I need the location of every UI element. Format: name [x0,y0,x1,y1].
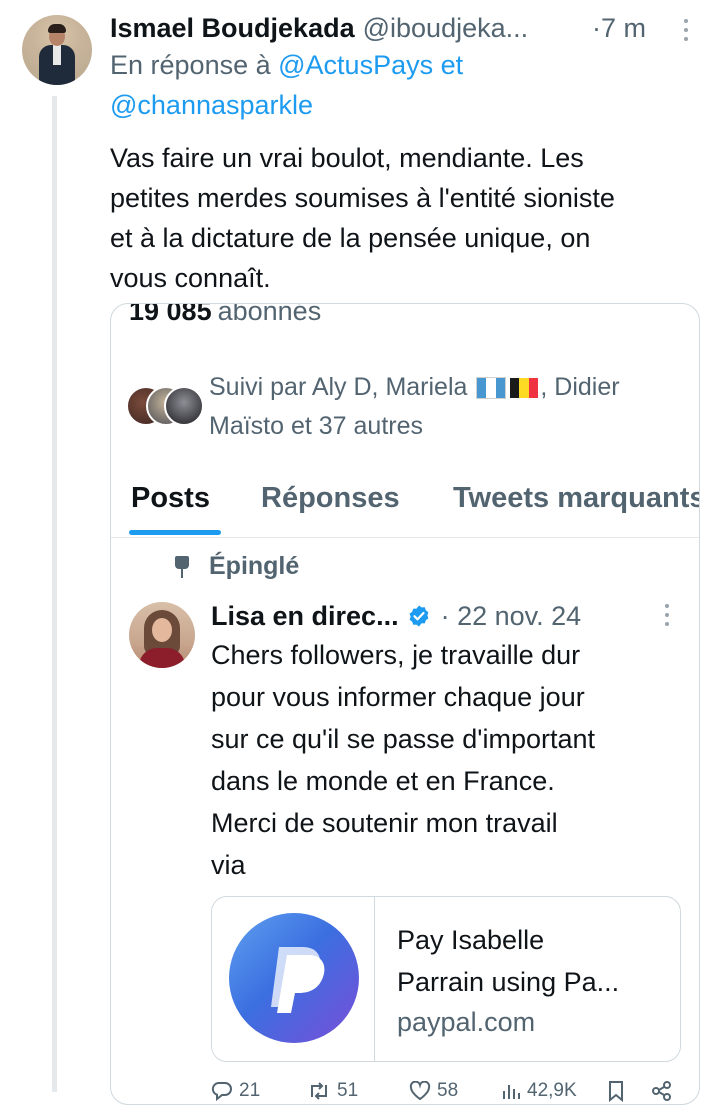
pinned-author-avatar[interactable] [129,602,195,668]
link-title-line: Parrain using Pa... [397,967,620,997]
pinned-text-line: Chers followers, je travaille dur [211,640,581,670]
pinned-text-line: sur ce qu'il se passe d'important [211,724,595,754]
reply-mention-1[interactable]: @ActusPays [278,50,433,80]
followed-by-text: Suivi par Aly D, Mariela , Didier Maïsto… [209,368,689,446]
bookmark-action[interactable] [607,1080,631,1102]
tab-replies[interactable]: Réponses [261,482,400,515]
followed-by-suffix: , Didier [540,373,620,401]
bookmark-icon [609,1081,623,1102]
followed-by-others: Maïsto et 37 autres [209,412,424,440]
like-action[interactable]: 58 [409,1080,458,1102]
active-tab-indicator [129,530,221,535]
retweet-action[interactable]: 51 [307,1080,358,1102]
views-action[interactable]: 42,9K [501,1080,577,1102]
link-domain: paypal.com [397,1007,536,1037]
belgium-flag-icon [510,378,539,399]
like-count: 58 [437,1080,459,1101]
tweet-text-line: petites merdes soumises à l'entité sioni… [110,183,615,213]
author-avatar[interactable] [22,15,92,85]
reply-count: 21 [239,1080,261,1101]
tweet-text-line: vous connaît. [110,263,271,293]
reply-prefix: En réponse à [110,50,271,80]
followers-label: abonnés [217,303,322,326]
reply-mention-2[interactable]: @channasparkle [110,90,313,120]
follower-avatars [126,384,206,426]
like-icon [409,1081,431,1101]
followers-number: 19 085 [129,303,212,326]
verified-badge-icon [409,605,428,627]
reply-conjunction: et [440,50,464,80]
time-separator: · [592,12,601,43]
tweet-header: Ismael Boudjekada @iboudjeka... ·7 m [110,10,710,46]
paypal-logo-icon [229,913,359,1043]
reply-action[interactable]: 21 [211,1080,260,1102]
views-icon [503,1085,520,1099]
embedded-profile-screenshot[interactable]: 19 085 abonnés Suivi par Aly D, Mariela ,… [110,303,700,1105]
tab-highlights[interactable]: Tweets marquants [453,482,699,515]
time-value: 7 m [601,12,647,43]
reply-context-line2: @channasparkle [110,90,313,121]
views-count: 42,9K [527,1080,577,1101]
followed-by-names: Suivi par Aly D, Mariela [209,373,468,401]
author-name[interactable]: Ismael Boudjekada [110,13,355,44]
link-thumbnail [212,897,375,1061]
retweet-icon [311,1082,327,1100]
pinned-tweet-header: Lisa en direc... · 22 nov. 24 [211,596,681,636]
tweet-time[interactable]: ·7 m [592,13,646,44]
author-handle[interactable]: @iboudjeka... [363,13,529,44]
pin-icon [171,554,193,580]
guatemala-flag-icon [476,377,507,400]
pinned-tweet-date[interactable]: · 22 nov. 24 [441,601,582,632]
retweet-count: 51 [337,1080,359,1101]
pinned-indicator: Épinglé [171,552,299,581]
reply-context: En réponse à @ActusPays et [110,50,463,81]
tweet-actions: 21 51 58 42,9K [211,1080,681,1104]
pinned-tweet-text: Chers followers, je travaille dur pour v… [211,634,691,886]
link-title-line: Pay Isabelle [397,925,545,955]
reply-icon [211,1081,232,1101]
tweet-text: Vas faire un vrai boulot, mendiante. Les… [110,138,710,298]
share-icon [652,1081,671,1101]
share-action[interactable] [651,1080,679,1102]
pinned-text-line: dans le monde et en France. [211,766,555,796]
avatar [164,386,204,426]
link-title: Pay Isabelle Parrain using Pa... [397,919,667,1003]
pinned-label: Épinglé [209,552,300,580]
tweet-text-line: Vas faire un vrai boulot, mendiante. Les [110,143,584,173]
pinned-text-line: pour vous informer chaque jour [211,682,585,712]
more-dots-icon[interactable] [680,16,692,44]
tab-posts[interactable]: Posts [131,482,210,515]
tweet-text-line: et à la dictature de la pensée unique, o… [110,223,591,253]
pinned-author-name[interactable]: Lisa en direc... [211,601,399,632]
link-preview-card[interactable]: Pay Isabelle Parrain using Pa... paypal.… [211,896,681,1062]
pinned-text-line: via [211,850,246,880]
profile-tabs: Posts Réponses Tweets marquants [111,472,699,538]
thread-connector-line [52,96,57,1092]
followers-count: 19 085 abonnés [129,303,322,327]
pinned-text-line: Merci de soutenir mon travail [211,808,558,838]
more-dots-icon[interactable] [663,602,671,628]
